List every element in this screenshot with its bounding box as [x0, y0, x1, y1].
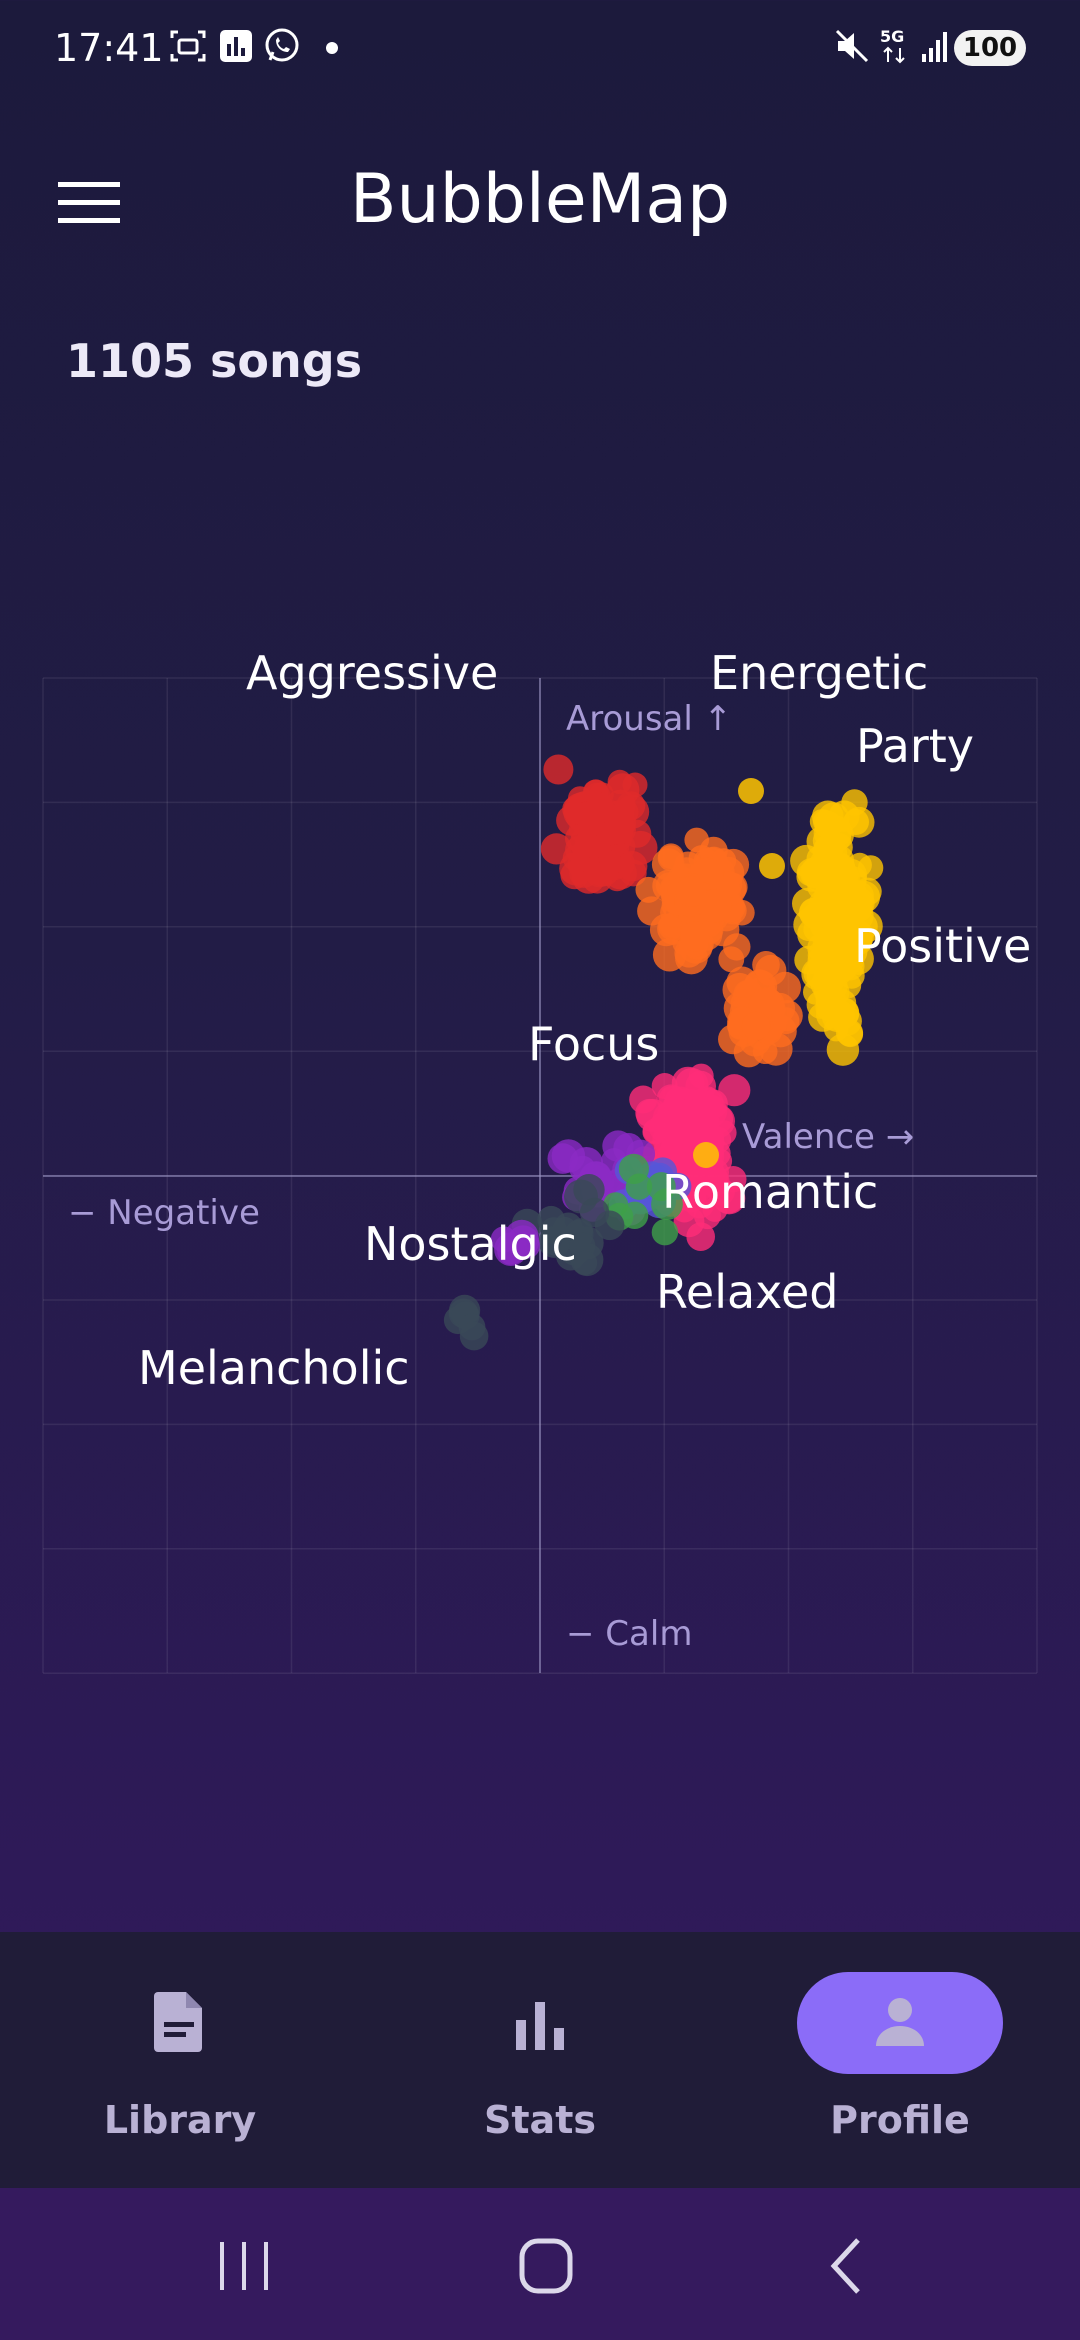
svg-text:5G: 5G [880, 27, 904, 46]
song-bubble[interactable] [843, 809, 869, 835]
mute-icon [835, 29, 869, 63]
person-icon [876, 1998, 924, 2046]
mood-label-energetic: Energetic [710, 646, 928, 700]
song-bubble[interactable] [688, 1063, 714, 1089]
song-bubble[interactable] [693, 1087, 724, 1119]
nav-item-library[interactable]: Library [20, 1932, 380, 2188]
song-bubble[interactable] [574, 801, 602, 829]
nav-label-profile: Profile [830, 2098, 970, 2142]
back-icon[interactable] [808, 2234, 888, 2298]
chart-app-icon [220, 30, 252, 62]
song-bubble[interactable] [651, 1073, 678, 1099]
document-icon [154, 1992, 202, 2052]
song-bubble[interactable] [625, 1173, 653, 1200]
mood-label-relaxed: Relaxed [656, 1265, 838, 1319]
song-bubble[interactable] [755, 954, 787, 987]
mood-labels: Aggressive Energetic Party Positive Focu… [138, 646, 1031, 1395]
song-bubble[interactable] [543, 754, 574, 785]
song-bubble[interactable] [459, 1321, 489, 1351]
song-bubble[interactable] [651, 848, 685, 881]
nav-item-profile[interactable]: Profile [740, 1932, 1080, 2188]
home-icon[interactable] [506, 2234, 586, 2298]
song-bubble[interactable] [813, 962, 842, 991]
nav-label-stats: Stats [484, 2098, 596, 2142]
whatsapp-icon [265, 28, 299, 62]
song-bubble[interactable] [738, 778, 764, 804]
nav-item-stats[interactable]: Stats [380, 1932, 740, 2188]
battery-indicator: 100 [954, 30, 1026, 66]
mood-label-melancholic: Melancholic [138, 1341, 410, 1395]
status-bar: 17:41 5G 100 [0, 0, 1080, 100]
song-bubble[interactable] [620, 1201, 649, 1230]
axis-label-arousal: Arousal ↑ [566, 699, 732, 739]
mood-label-party: Party [856, 719, 974, 773]
mood-label-positive: Positive [854, 919, 1031, 973]
song-bubble[interactable] [573, 1174, 605, 1206]
5g-icon: 5G [880, 27, 905, 64]
screenshot-icon [170, 30, 206, 62]
song-bubble[interactable] [607, 769, 632, 795]
bubble-map[interactable]: Arousal ↑ − Calm − Negative Valence → Ag… [0, 640, 1080, 1700]
mood-label-romantic: Romantic [662, 1165, 878, 1219]
song-bubble[interactable] [547, 1143, 579, 1174]
axis-label-calm: − Calm [566, 1614, 692, 1654]
song-bubble[interactable] [825, 871, 858, 905]
app-bar: BubbleMap [0, 140, 1080, 270]
song-bubble[interactable] [802, 902, 830, 930]
song-bubble[interactable] [617, 851, 648, 882]
mood-label-focus: Focus [528, 1017, 659, 1071]
axis-label-negative: − Negative [68, 1193, 260, 1233]
song-bubble[interactable] [680, 921, 710, 952]
signal-icon [922, 32, 947, 62]
song-count: 1105 songs [66, 334, 363, 388]
song-bubble[interactable] [726, 966, 758, 998]
song-bubble[interactable] [771, 1000, 803, 1032]
song-bubble[interactable] [741, 1011, 771, 1041]
song-bubble[interactable] [675, 875, 707, 907]
song-bubble[interactable] [827, 997, 860, 1029]
song-bubble[interactable] [711, 1120, 737, 1146]
notification-dot-icon [326, 42, 338, 54]
system-nav-bar [0, 2188, 1080, 2340]
mood-label-aggressive: Aggressive [246, 646, 498, 700]
app-title: BubbleMap [349, 160, 731, 239]
bottom-nav: Library Stats Profile [0, 1932, 1080, 2188]
bar-chart-icon [516, 2002, 564, 2050]
song-bubble[interactable] [651, 1219, 679, 1246]
recents-icon[interactable] [204, 2234, 284, 2298]
song-bubble[interactable] [830, 901, 855, 926]
mood-label-nostalgic: Nostalgic [364, 1217, 577, 1271]
axis-label-valence: Valence → [742, 1117, 914, 1157]
song-bubble[interactable] [759, 853, 785, 879]
nav-label-library: Library [103, 2098, 257, 2142]
song-bubble[interactable] [565, 824, 594, 853]
status-time: 17:41 [54, 26, 164, 70]
